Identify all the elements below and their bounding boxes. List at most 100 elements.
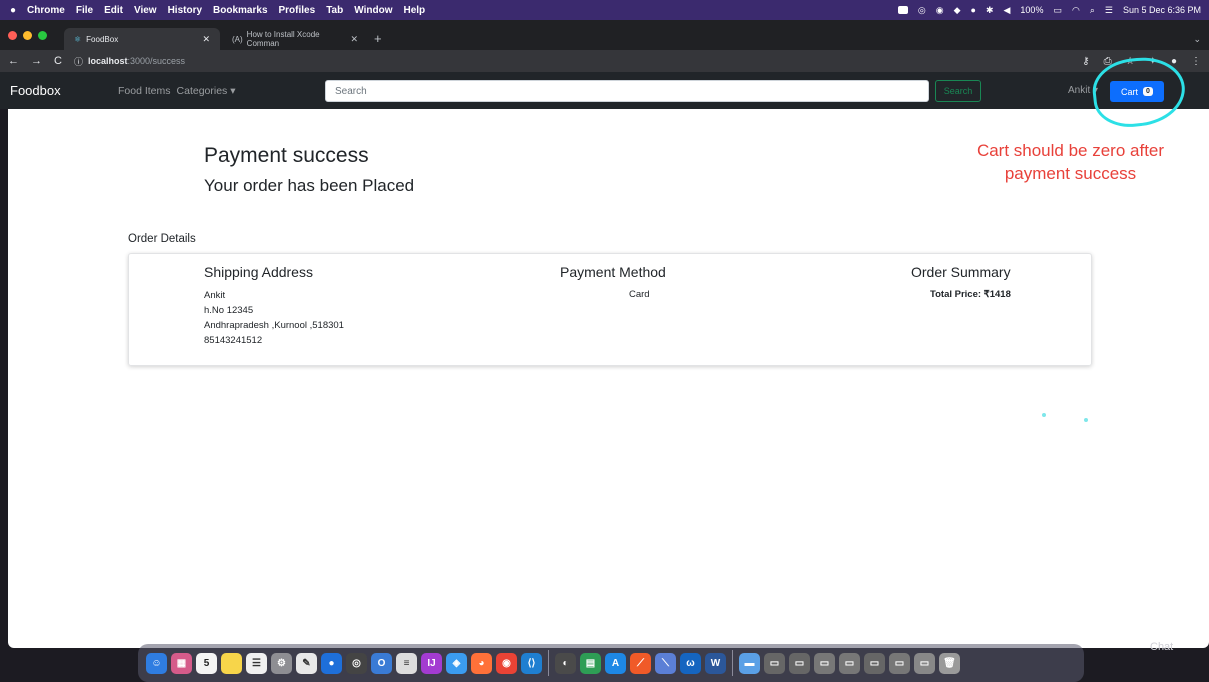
status-icon[interactable] xyxy=(897,6,908,14)
key-icon[interactable]: ⚷ xyxy=(1082,56,1089,67)
spotlight-icon[interactable]: ⌕ xyxy=(1090,5,1095,16)
menu-help[interactable]: Help xyxy=(403,5,425,16)
safari-icon[interactable]: ◈ xyxy=(446,652,467,674)
summary-heading: Order Summary xyxy=(911,264,1011,280)
chrome-icon[interactable]: ◉ xyxy=(496,652,517,674)
menu-profiles[interactable]: Profiles xyxy=(279,5,316,16)
menu-view[interactable]: View xyxy=(134,5,157,16)
tab-foodbox[interactable]: ⚛ FoodBox ✕ xyxy=(64,28,220,50)
total-price: Total Price: ₹1418 xyxy=(930,289,1011,300)
payment-heading: Payment Method xyxy=(560,264,666,280)
status-icon[interactable]: ● xyxy=(971,5,976,15)
menu-tab[interactable]: Tab xyxy=(326,5,343,16)
window-thumbnail-icon[interactable]: ▭ xyxy=(789,652,810,674)
close-window-button[interactable] xyxy=(8,31,17,40)
word-icon[interactable]: W xyxy=(705,652,726,674)
window-thumbnail-icon[interactable]: ▭ xyxy=(814,652,835,674)
volume-icon[interactable]: ◀︎ xyxy=(1004,5,1011,16)
apple-icon[interactable]: ● xyxy=(10,5,16,16)
more-icon[interactable]: ⋮ xyxy=(1191,56,1201,67)
tab-search-icon[interactable]: ⌄ xyxy=(1193,34,1201,45)
dock-separator xyxy=(548,650,549,676)
brand-logo[interactable]: Foodbox xyxy=(0,83,118,98)
profile-icon[interactable]: ● xyxy=(1171,56,1177,67)
menu-bookmarks[interactable]: Bookmarks xyxy=(213,5,267,16)
textedit-icon[interactable]: ✎ xyxy=(296,652,317,674)
forward-icon[interactable]: → xyxy=(31,55,42,67)
menu-history[interactable]: History xyxy=(168,5,202,16)
search-button[interactable]: Search xyxy=(935,80,981,102)
outlook-icon[interactable]: O xyxy=(371,652,392,674)
shipping-name: Ankit xyxy=(204,290,226,301)
payment-method: Card xyxy=(629,289,650,300)
search-placeholder: Search xyxy=(335,85,367,97)
menu-file[interactable]: File xyxy=(76,5,93,16)
window-thumbnail-icon[interactable]: ▭ xyxy=(764,652,785,674)
tab-prefix: (A) xyxy=(232,34,243,44)
annotation-dot xyxy=(1084,418,1088,422)
app-icon[interactable]: ⟍ xyxy=(655,652,676,674)
macos-menubar: ● Chrome File Edit View History Bookmark… xyxy=(0,0,1209,20)
bluetooth-icon[interactable]: ✱ xyxy=(986,5,994,16)
new-tab-icon[interactable]: + xyxy=(374,31,382,46)
swift-icon[interactable]: ⟋ xyxy=(630,652,651,674)
app-store-icon[interactable]: A xyxy=(605,652,626,674)
app-icon[interactable]: ≡ xyxy=(396,652,417,674)
launchpad-icon[interactable]: ▦ xyxy=(171,652,192,674)
calendar-icon[interactable]: 5 xyxy=(196,652,217,674)
nav-food-items[interactable]: Food Items xyxy=(118,85,171,97)
app-icon[interactable]: ω xyxy=(680,652,701,674)
url-field[interactable]: ⓘ localhost:3000/success xyxy=(74,55,185,68)
finder-icon[interactable]: ☺ xyxy=(146,652,167,674)
tab-xcode[interactable]: (A) How to Install Xcode Comman ✕ xyxy=(222,28,368,50)
vscode-icon[interactable]: ⟨⟩ xyxy=(521,652,542,674)
battery-icon[interactable]: ▭ xyxy=(1053,5,1062,16)
window-thumbnail-icon[interactable]: ▭ xyxy=(864,652,885,674)
window-thumbnail-icon[interactable]: ▭ xyxy=(839,652,860,674)
app-icon[interactable]: ◐ xyxy=(555,652,576,674)
info-icon[interactable]: ⓘ xyxy=(74,55,83,68)
reload-icon[interactable]: C xyxy=(54,55,62,67)
status-icon[interactable]: ◆ xyxy=(954,5,961,16)
zoom-window-button[interactable] xyxy=(38,31,47,40)
shipping-phone: 85143241512 xyxy=(204,335,263,346)
tab-title: FoodBox xyxy=(86,34,119,44)
page-content: Payment success Your order has been Plac… xyxy=(8,109,1209,648)
page-subtitle: Your order has been Placed xyxy=(204,176,415,195)
shipping-heading: Shipping Address xyxy=(204,264,313,280)
chat-label[interactable]: Chat xyxy=(1150,641,1173,653)
settings-icon[interactable]: ⚙ xyxy=(271,652,292,674)
shipping-line1: h.No 12345 xyxy=(204,305,254,316)
search-input[interactable]: Search xyxy=(325,80,929,102)
trash-icon[interactable]: 🗑 xyxy=(939,652,960,674)
folder-icon[interactable]: ▬ xyxy=(739,652,760,674)
close-tab-icon[interactable]: ✕ xyxy=(350,34,358,45)
activity-icon[interactable]: ▤ xyxy=(580,652,601,674)
page-title: Payment success xyxy=(204,144,369,167)
macos-dock: ☺ ▦ 5 ☰ ⚙ ✎ ● ◎ O ≡ IJ ◈ ◕ ◉ ⟨⟩ ◐ ▤ A ⟋ … xyxy=(138,644,1084,682)
address-bar: ← → C ⓘ localhost:3000/success ⚷ ⎙ ☆ ✦ ●… xyxy=(0,50,1209,72)
window-thumbnail-icon[interactable]: ▭ xyxy=(889,652,910,674)
minimize-window-button[interactable] xyxy=(23,31,32,40)
app-icon[interactable]: ◎ xyxy=(346,652,367,674)
status-icon[interactable]: ◉ xyxy=(936,5,944,16)
notes-icon[interactable] xyxy=(221,652,242,674)
reminders-icon[interactable]: ☰ xyxy=(246,652,267,674)
menu-edit[interactable]: Edit xyxy=(104,5,123,16)
order-details-label: Order Details xyxy=(128,233,196,245)
firefox-icon[interactable]: ◕ xyxy=(471,652,492,674)
menu-app-name[interactable]: Chrome xyxy=(27,5,65,16)
window-thumbnail-icon[interactable]: ▭ xyxy=(914,652,935,674)
shipping-line2: Andhrapradesh ,Kurnool ,518301 xyxy=(204,320,344,331)
menubar-clock[interactable]: Sun 5 Dec 6:36 PM xyxy=(1123,5,1201,15)
control-center-icon[interactable]: ☰ xyxy=(1105,5,1113,16)
intellij-icon[interactable]: IJ xyxy=(421,652,442,674)
nav-categories-dropdown[interactable]: Categories ▾ xyxy=(177,85,236,97)
order-details-card: Shipping Address Ankit h.No 12345 Andhra… xyxy=(128,253,1092,366)
back-icon[interactable]: ← xyxy=(8,55,19,67)
app-icon[interactable]: ● xyxy=(321,652,342,674)
close-tab-icon[interactable]: ✕ xyxy=(202,34,210,45)
status-icon[interactable]: ◎ xyxy=(918,5,926,16)
menu-window[interactable]: Window xyxy=(354,5,392,16)
wifi-icon[interactable]: ◠ xyxy=(1072,5,1080,16)
